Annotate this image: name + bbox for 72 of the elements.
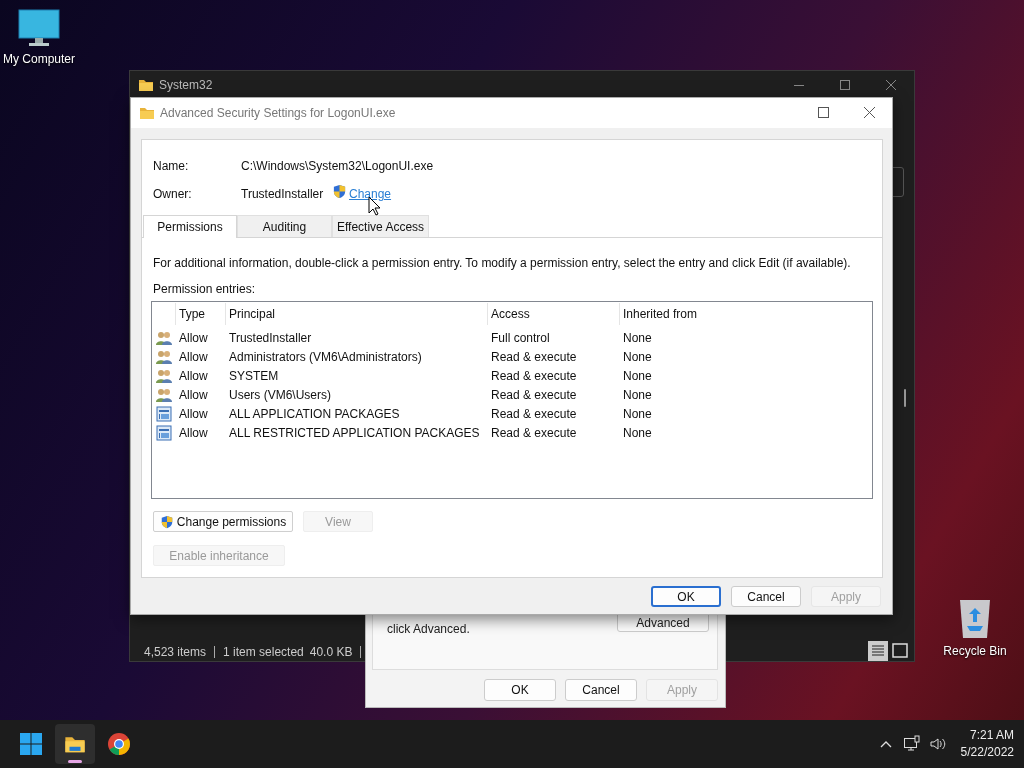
action-button[interactable]: Change permissions (153, 511, 293, 532)
chrome-icon (107, 732, 131, 756)
folder-icon (138, 77, 154, 93)
table-cell-text: Read & execute (490, 405, 578, 423)
table-cell-text: ALL RESTRICTED APPLICATION PACKAGES (228, 424, 481, 442)
users-icon (156, 348, 172, 365)
column-header[interactable]: Principal (226, 303, 488, 325)
dialog-button[interactable]: OK (651, 586, 721, 607)
monitor-icon[interactable] (17, 8, 61, 48)
scrollbar-thumb[interactable] (904, 389, 906, 407)
clock-time[interactable]: 7:21 AM (969, 727, 1014, 744)
table-cell-text: Allow (178, 348, 209, 366)
table-cell-text: Allow (178, 424, 209, 442)
clock-date[interactable]: 5/22/2022 (960, 744, 1014, 761)
owner-label: Owner: (153, 186, 192, 203)
table-cell-text: ALL APPLICATION PACKAGES (228, 405, 401, 423)
column-header[interactable]: Access (488, 303, 620, 325)
tiles-view-icon[interactable] (890, 641, 910, 661)
column-header[interactable]: Type (176, 303, 226, 325)
shield-icon (159, 514, 174, 529)
window-title: Advanced Security Settings for LogonUI.exe (160, 105, 396, 122)
table-cell-text: None (622, 329, 653, 347)
active-indicator (68, 760, 82, 763)
users-icon (156, 329, 172, 346)
shield-icon (332, 184, 347, 199)
tab[interactable]: Permissions (143, 215, 237, 238)
table-cell-text: Allow (178, 405, 209, 423)
status-text: 1 item selected (223, 644, 304, 661)
table-cell-text: None (622, 405, 653, 423)
icon-label[interactable]: Recycle Bin (943, 642, 1007, 660)
table-cell-text: None (622, 367, 653, 385)
table-cell-text: Users (VM6\Users) (228, 386, 332, 404)
table-cell-text: Read & execute (490, 367, 578, 385)
table-cell-text: Read & execute (490, 424, 578, 442)
table-cell-text: SYSTEM (228, 367, 280, 385)
table-cell-text: Read & execute (490, 348, 578, 366)
owner-name: TrustedInstaller (241, 186, 324, 203)
volume-icon[interactable] (928, 735, 947, 753)
table-cell-text: TrustedInstaller (228, 329, 313, 347)
name-label: Name: (153, 158, 189, 175)
tab[interactable]: Auditing (237, 215, 332, 237)
hint-text: click Advanced. (387, 621, 470, 638)
table-cell-text: Allow (178, 386, 209, 404)
entries-label: Permission entries: (153, 281, 256, 298)
dialog-button[interactable]: Cancel (731, 586, 801, 607)
column-header[interactable]: Inherited from (620, 303, 872, 325)
users-icon (156, 367, 172, 384)
network-icon[interactable] (902, 735, 921, 753)
icon-label[interactable]: My Computer (3, 50, 75, 68)
table-cell-text: None (622, 348, 653, 366)
window-title: System32 (159, 77, 213, 94)
users-icon (156, 386, 172, 403)
table-cell-text: Allow (178, 367, 209, 385)
package-icon (156, 424, 172, 441)
windows-logo-icon (19, 732, 43, 756)
package-icon (156, 405, 172, 422)
tab[interactable]: Effective Access (332, 215, 429, 237)
table-cell-text: None (622, 424, 653, 442)
folder-icon (139, 105, 155, 121)
table-cell-text: Allow (178, 329, 209, 347)
table-cell-text: Full control (490, 329, 551, 347)
table-cell-text: Administrators (VM6\Administrators) (228, 348, 423, 366)
table-cell-text: None (622, 386, 653, 404)
taskbar-button[interactable] (55, 724, 95, 764)
change-link[interactable]: Change (349, 185, 392, 203)
info-text: For additional information, double-click a permission entry. To modify a permission entry, select the entry and click Edit (if available). (153, 255, 851, 272)
dialog-button[interactable]: Cancel (565, 679, 637, 701)
table-cell-text: Read & execute (490, 386, 578, 404)
dialog-button[interactable]: OK (484, 679, 556, 701)
status-text: 4,523 items (144, 644, 207, 661)
status-text: 40.0 KB (309, 644, 353, 661)
file-path: C:\Windows\System32\LogonUI.exe (241, 158, 434, 175)
